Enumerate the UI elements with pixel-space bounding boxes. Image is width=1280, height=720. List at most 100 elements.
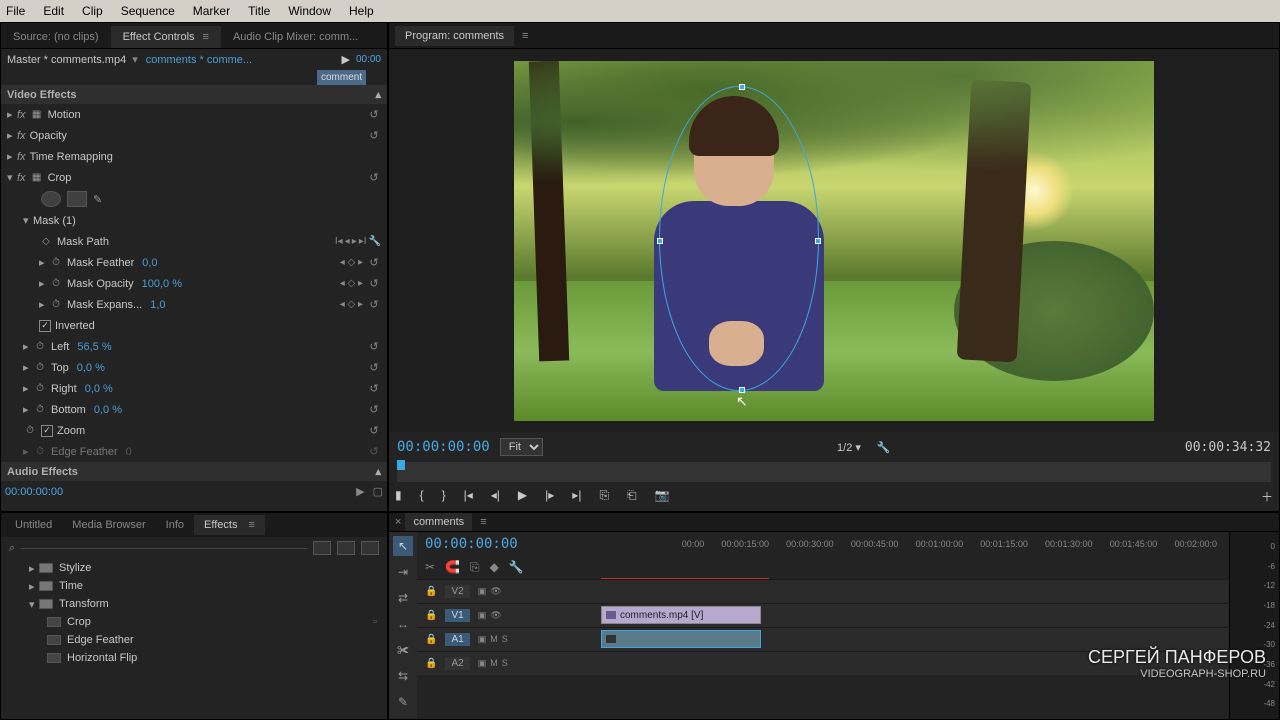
- panel-menu-icon[interactable]: ≡: [203, 31, 209, 43]
- ec-time-remapping[interactable]: ▸fxTime Remapping: [1, 146, 387, 167]
- preview-area[interactable]: ↖: [389, 49, 1279, 432]
- ec-mask-expansion[interactable]: ▸⏱Mask Expans...1,0◂ ◇ ▸↺: [1, 294, 387, 315]
- close-icon[interactable]: ×: [395, 516, 401, 528]
- slip-tool-icon[interactable]: ⇆: [393, 666, 413, 686]
- sequence-name[interactable]: comments: [405, 513, 472, 531]
- lock-icon[interactable]: 🔒: [425, 634, 437, 645]
- clip-video[interactable]: comments.mp4 [V]: [601, 606, 761, 624]
- ec-clip-label[interactable]: comments * comme...: [146, 54, 252, 66]
- timeline-timecode[interactable]: 00:00:00:00: [425, 536, 518, 552]
- zoom-select[interactable]: Fit: [500, 438, 543, 456]
- ec-right[interactable]: ▸⏱Right0,0 %↺: [1, 378, 387, 399]
- resolution-select[interactable]: 1/2 ▾: [837, 441, 861, 454]
- marker-icon[interactable]: ◆: [490, 560, 499, 575]
- tab-info[interactable]: Info: [156, 515, 194, 535]
- linked-icon[interactable]: ⎘: [470, 560, 480, 575]
- step-forward-icon[interactable]: |▸: [545, 488, 554, 505]
- preview-canvas[interactable]: ↖: [514, 61, 1154, 421]
- track-v2[interactable]: 🔒V2▣👁: [417, 579, 1229, 603]
- ec-audio-effects-header[interactable]: Audio Effects▴: [1, 462, 387, 481]
- pen-tool-icon[interactable]: ✎: [393, 692, 413, 712]
- play-icon[interactable]: ▶: [518, 488, 527, 505]
- ec-left[interactable]: ▸⏱Left56,5 %↺: [1, 336, 387, 357]
- timeline-ruler[interactable]: 00:0000:00:15:0000:00:30:0000:00:45:0000…: [678, 539, 1221, 549]
- go-to-out-icon[interactable]: ▸|: [572, 488, 581, 505]
- wrench-icon[interactable]: 🔧: [509, 560, 524, 575]
- nest-icon[interactable]: ✂: [425, 560, 435, 575]
- settings-icon[interactable]: 🔧: [877, 441, 891, 454]
- menu-sequence[interactable]: Sequence: [121, 4, 175, 18]
- lock-icon[interactable]: 🔒: [425, 586, 437, 597]
- selection-tool-icon[interactable]: ↖: [393, 536, 413, 556]
- ec-opacity[interactable]: ▸fxOpacity↺: [1, 125, 387, 146]
- track-v1[interactable]: 🔒V1▣👁 comments.mp4 [V]: [417, 603, 1229, 627]
- ripple-tool-icon[interactable]: ⇄: [393, 588, 413, 608]
- menu-edit[interactable]: Edit: [43, 4, 64, 18]
- program-title[interactable]: Program: comments: [395, 26, 514, 46]
- program-menu-icon[interactable]: ≡: [522, 30, 528, 42]
- ec-motion[interactable]: ▸fx▦Motion↺: [1, 104, 387, 125]
- ec-bottom[interactable]: ▸⏱Bottom0,0 %↺: [1, 399, 387, 420]
- lift-icon[interactable]: ⎘: [599, 488, 609, 505]
- rect-mask-icon[interactable]: [67, 191, 87, 207]
- search-input[interactable]: [21, 548, 307, 549]
- ec-icon-1[interactable]: ▶: [356, 485, 364, 498]
- menu-title[interactable]: Title: [248, 4, 270, 18]
- track-select-tool-icon[interactable]: ⇥: [393, 562, 413, 582]
- extract-icon[interactable]: ⎗: [627, 488, 637, 505]
- tree-horizontal-flip[interactable]: Horizontal Flip: [1, 649, 387, 667]
- timeline-menu-icon[interactable]: ≡: [480, 516, 486, 528]
- ec-edge-feather[interactable]: ▸⏱Edge Feather0↺: [1, 441, 387, 462]
- menu-window[interactable]: Window: [288, 4, 331, 18]
- tab-source[interactable]: Source: (no clips): [1, 26, 111, 48]
- ec-mask-feather[interactable]: ▸⏱Mask Feather0,0◂ ◇ ▸↺: [1, 252, 387, 273]
- ec-play-icon[interactable]: ▶: [342, 53, 350, 66]
- snap-icon[interactable]: 🧲: [445, 560, 460, 575]
- ec-mask-path[interactable]: ◇Mask PathI◂◂▸▸I🔧: [1, 231, 387, 252]
- ec-video-effects-header[interactable]: Video Effects▴: [1, 85, 387, 104]
- tree-edge-feather[interactable]: Edge Feather: [1, 631, 387, 649]
- ec-mask-opacity[interactable]: ▸⏱Mask Opacity100,0 %◂ ◇ ▸↺: [1, 273, 387, 294]
- program-timecode[interactable]: 00:00:00:00: [397, 439, 490, 455]
- in-point-icon[interactable]: {: [420, 488, 424, 505]
- ec-inverted[interactable]: ✓Inverted: [1, 315, 387, 336]
- crop-mask-outline[interactable]: [659, 86, 819, 391]
- tree-stylize[interactable]: ▸Stylize: [1, 559, 387, 577]
- ec-mask[interactable]: ▾Mask (1): [1, 210, 387, 231]
- menu-clip[interactable]: Clip: [82, 4, 103, 18]
- ellipse-mask-icon[interactable]: [41, 191, 61, 207]
- ec-icon-2[interactable]: ▢: [373, 485, 383, 498]
- lock-icon[interactable]: 🔒: [425, 658, 437, 669]
- tab-untitled[interactable]: Untitled: [5, 515, 62, 535]
- tree-time[interactable]: ▸Time: [1, 577, 387, 595]
- clip-audio[interactable]: [601, 630, 761, 648]
- fx-badge-3-icon[interactable]: [361, 541, 379, 555]
- tree-crop[interactable]: Crop▫: [1, 613, 387, 631]
- out-point-icon[interactable]: }: [442, 488, 446, 505]
- go-to-in-icon[interactable]: |◂: [464, 488, 473, 505]
- fx-badge-1-icon[interactable]: [313, 541, 331, 555]
- ec-zoom[interactable]: ⏱✓Zoom↺: [1, 420, 387, 441]
- ec-crop[interactable]: ▾fx▦Crop↺: [1, 167, 387, 188]
- rate-tool-icon[interactable]: ↔: [393, 614, 413, 634]
- tree-transform[interactable]: ▾Transform: [1, 595, 387, 613]
- mark-in-icon[interactable]: ▮: [395, 488, 402, 505]
- tab-effects[interactable]: Effects ≡: [194, 515, 265, 535]
- panel-menu-icon[interactable]: ≡: [245, 519, 254, 531]
- step-back-icon[interactable]: ◂|: [491, 488, 500, 505]
- search-icon[interactable]: ⌕: [9, 542, 15, 555]
- tab-media-browser[interactable]: Media Browser: [62, 515, 155, 535]
- export-frame-icon[interactable]: 📷: [655, 488, 670, 505]
- pen-mask-icon[interactable]: ✎: [93, 193, 102, 206]
- menu-help[interactable]: Help: [349, 4, 374, 18]
- menubar[interactable]: File Edit Clip Sequence Marker Title Win…: [0, 0, 1280, 22]
- menu-marker[interactable]: Marker: [193, 4, 230, 18]
- add-button-icon[interactable]: ＋: [1261, 488, 1273, 505]
- tab-audio-mixer[interactable]: Audio Clip Mixer: comm...: [221, 26, 370, 48]
- lock-icon[interactable]: 🔒: [425, 610, 437, 621]
- menu-file[interactable]: File: [6, 4, 25, 18]
- ec-top[interactable]: ▸⏱Top0,0 %↺: [1, 357, 387, 378]
- fx-badge-2-icon[interactable]: [337, 541, 355, 555]
- program-scrubber[interactable]: [397, 462, 1271, 482]
- razor-tool-icon[interactable]: ✀: [393, 640, 413, 660]
